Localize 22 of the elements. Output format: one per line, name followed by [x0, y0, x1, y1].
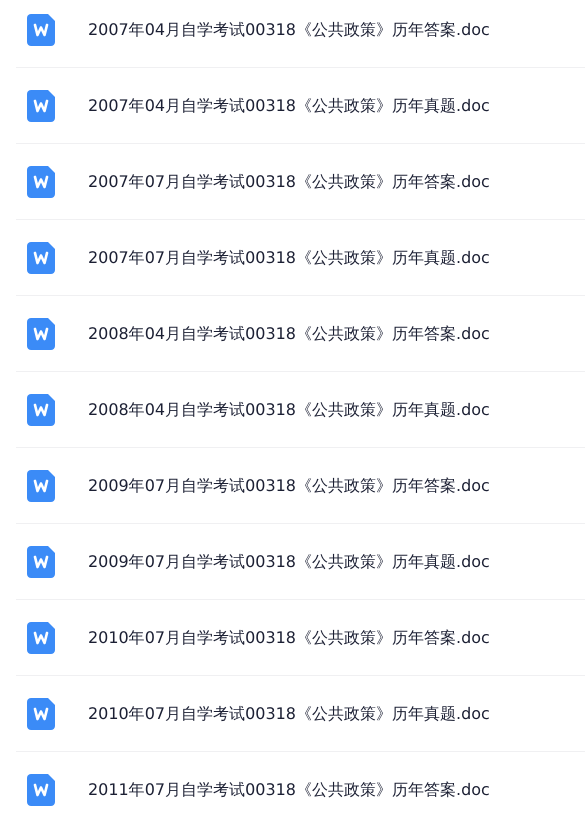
file-name[interactable]: 2011年07月自学考试00318《公共政策》历年答案.doc: [88, 778, 490, 802]
document-icon: [27, 622, 55, 654]
file-name[interactable]: 2007年04月自学考试00318《公共政策》历年真题.doc: [88, 94, 490, 118]
document-icon: [27, 394, 55, 426]
document-icon: [27, 318, 55, 350]
document-icon: [27, 774, 55, 806]
file-name[interactable]: 2007年07月自学考试00318《公共政策》历年答案.doc: [88, 170, 490, 194]
document-icon: [27, 546, 55, 578]
file-name[interactable]: 2007年04月自学考试00318《公共政策》历年答案.doc: [88, 18, 490, 42]
file-name[interactable]: 2008年04月自学考试00318《公共政策》历年答案.doc: [88, 322, 490, 346]
document-icon: [27, 166, 55, 198]
file-name[interactable]: 2008年04月自学考试00318《公共政策》历年真题.doc: [88, 398, 490, 422]
document-icon: [27, 470, 55, 502]
file-name[interactable]: 2010年07月自学考试00318《公共政策》历年答案.doc: [88, 626, 490, 650]
document-icon: [27, 698, 55, 730]
file-name[interactable]: 2010年07月自学考试00318《公共政策》历年真题.doc: [88, 702, 490, 726]
file-name[interactable]: 2009年07月自学考试00318《公共政策》历年真题.doc: [88, 550, 490, 574]
document-icon: [27, 90, 55, 122]
document-icon: [27, 242, 55, 274]
document-icon: [27, 14, 55, 46]
file-name[interactable]: 2007年07月自学考试00318《公共政策》历年真题.doc: [88, 246, 490, 270]
file-name[interactable]: 2009年07月自学考试00318《公共政策》历年答案.doc: [88, 474, 490, 498]
